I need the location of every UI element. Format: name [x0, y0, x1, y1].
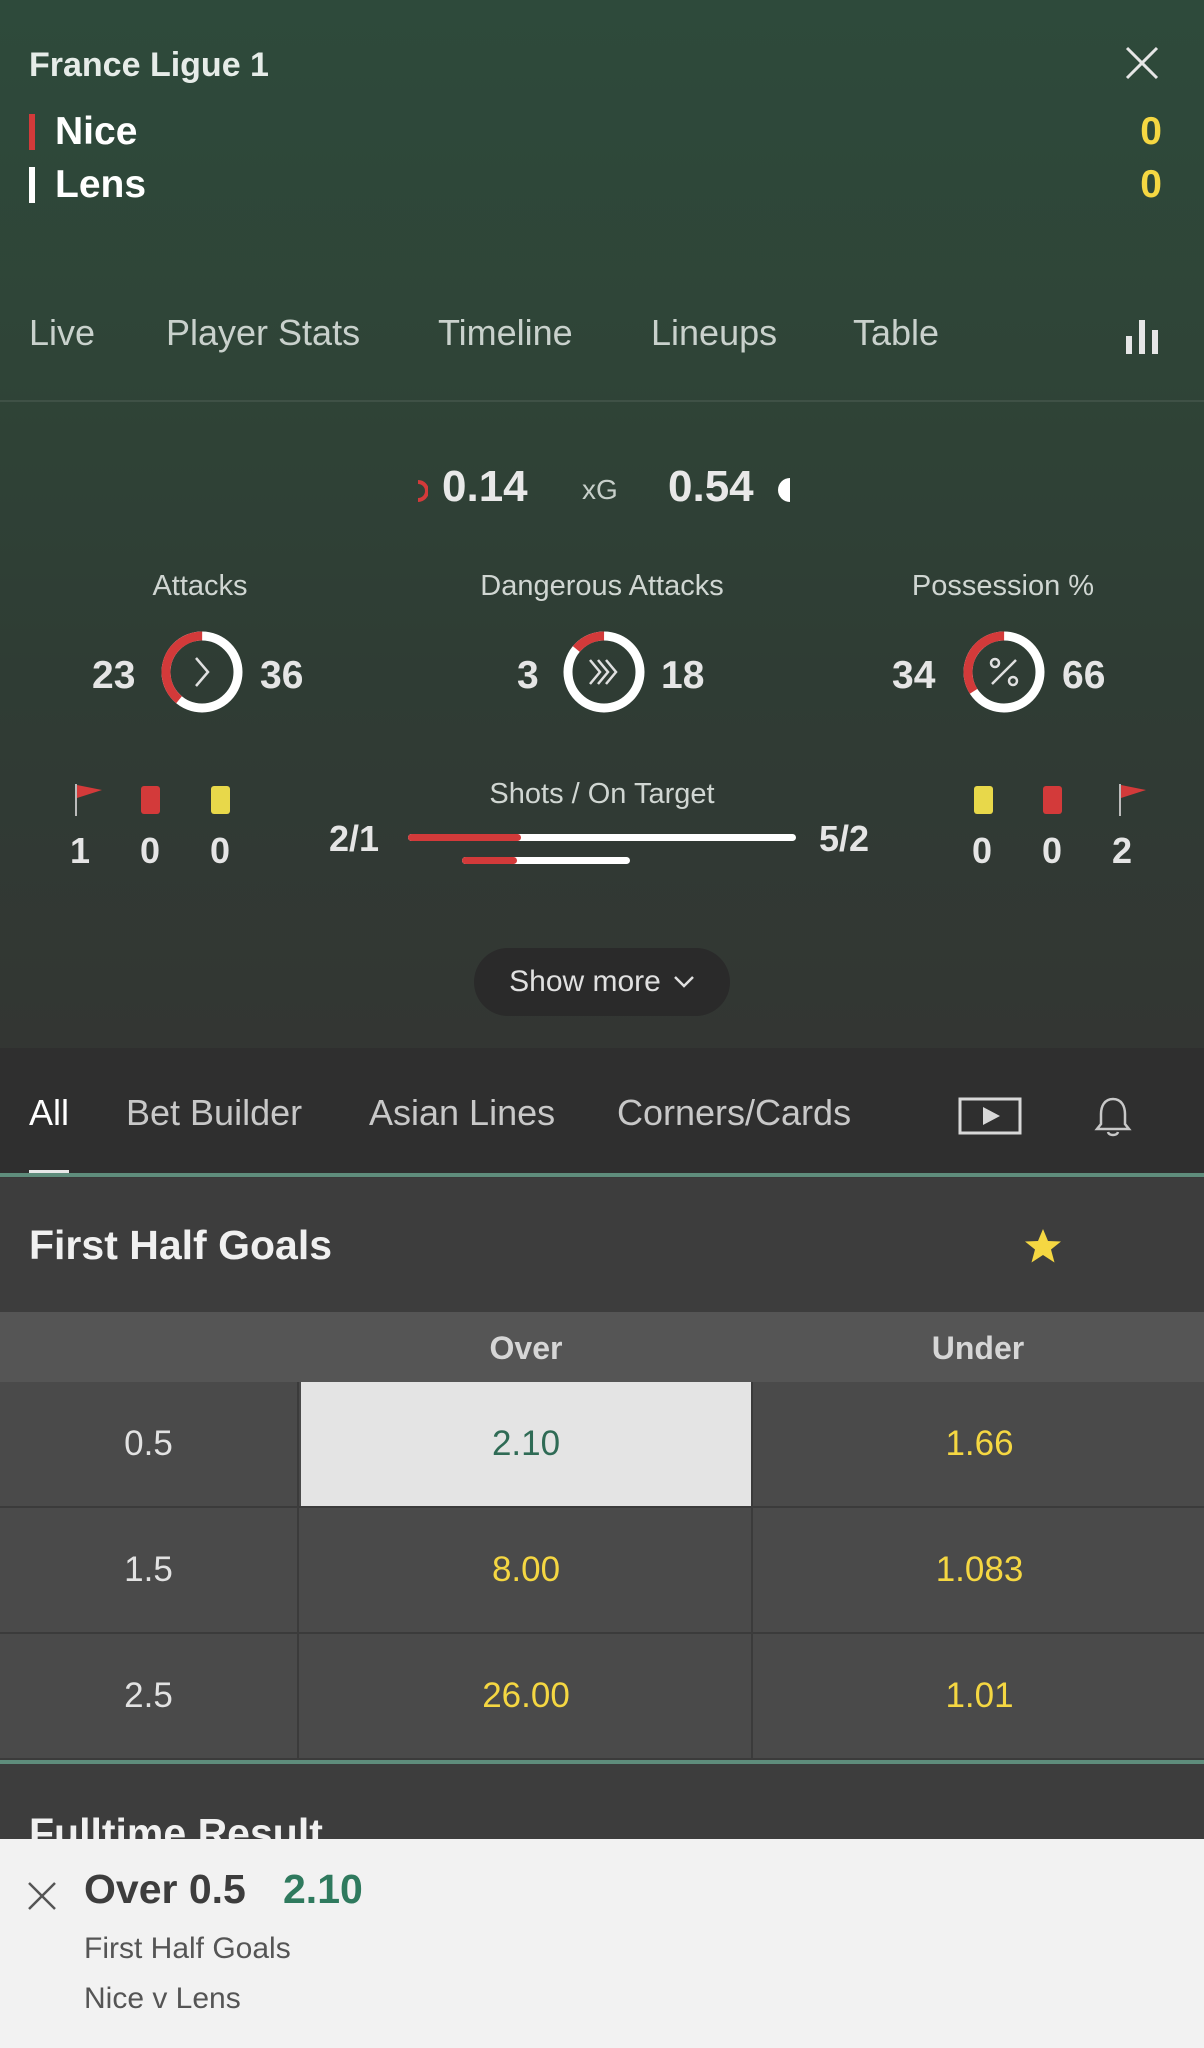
home-red-card-icon: [141, 786, 160, 814]
over-odds-button[interactable]: 26.00: [301, 1634, 753, 1758]
under-odds-button[interactable]: 1.66: [755, 1382, 1204, 1506]
over-column-label: Over: [489, 1330, 563, 1366]
possession-away: 66: [1062, 654, 1106, 697]
under-odds-button[interactable]: 1.01: [755, 1634, 1204, 1758]
chevron-right-icon: [195, 657, 210, 687]
attacks-title: Attacks: [152, 570, 248, 602]
close-icon[interactable]: [1123, 44, 1161, 82]
away-red-card-icon: [1043, 786, 1062, 814]
home-xg-value: 0.14: [442, 462, 528, 511]
donut-home-arc: [563, 631, 645, 713]
possession-title: Possession %: [911, 570, 1095, 602]
line-cell: 2.5: [0, 1634, 299, 1758]
tab-player-stats[interactable]: Player Stats: [166, 312, 360, 354]
under-odds-button[interactable]: 1.083: [755, 1508, 1204, 1632]
dangerous-attacks-donut: [563, 631, 645, 713]
away-xg-indicator-icon: [778, 478, 790, 502]
away-team: Lens: [29, 163, 146, 207]
tab-asian-lines[interactable]: Asian Lines: [369, 1092, 555, 1134]
table-row: 2.5 26.00 1.01: [0, 1634, 1204, 1760]
away-xg-value: 0.54: [668, 462, 754, 511]
live-stream-icon[interactable]: [958, 1096, 1022, 1136]
home-red-cards: 0: [139, 830, 161, 871]
dangerous-attacks-home: 3: [517, 654, 539, 697]
slip-odds: 2.10: [283, 1866, 363, 1912]
line-cell: 1.5: [0, 1508, 299, 1632]
tab-timeline[interactable]: Timeline: [438, 312, 573, 354]
tab-table[interactable]: Table: [853, 312, 939, 354]
stats-tab-bar: Live Player Stats Timeline Lineups Table: [0, 312, 1204, 402]
remove-selection-icon[interactable]: [26, 1880, 58, 1912]
chevron-down-icon: [673, 976, 694, 988]
table-row: 0.5 2.10 1.66: [0, 1382, 1204, 1508]
possession-donut: [963, 631, 1045, 713]
table-row: 1.5 8.00 1.083: [0, 1508, 1204, 1634]
divider: [0, 400, 1204, 402]
over-odds-button[interactable]: 2.10: [301, 1382, 753, 1506]
home-corner-flag-icon: [75, 784, 102, 816]
xg-row: 0.14 xG 0.54: [0, 462, 1204, 518]
home-shots: 2/1: [329, 818, 380, 859]
market-title: First Half Goals: [29, 1222, 333, 1268]
over-odds-button[interactable]: 8.00: [301, 1508, 753, 1632]
home-xg-indicator-icon: [417, 480, 428, 502]
xg-label: xG: [582, 474, 618, 505]
tab-corners-cards[interactable]: Corners/Cards: [617, 1092, 851, 1134]
away-red-cards: 0: [1041, 830, 1063, 871]
home-shots-bar: [408, 834, 521, 841]
match-header-panel: [0, 0, 1204, 1048]
tab-live[interactable]: Live: [29, 312, 95, 354]
tab-all[interactable]: All: [29, 1092, 69, 1134]
dangerous-attacks-away: 18: [661, 654, 705, 697]
home-corners: 1: [69, 830, 91, 871]
slip-market: First Half Goals: [84, 1932, 291, 1965]
favourite-star-icon[interactable]: [1023, 1226, 1063, 1266]
show-more-button[interactable]: Show more: [474, 948, 730, 1016]
home-team: Nice: [29, 110, 137, 154]
slip-selection: Over 0.5: [84, 1866, 246, 1912]
away-corners: 2: [1111, 830, 1133, 871]
dangerous-attacks-title: Dangerous Attacks: [480, 570, 724, 602]
attacks-donut: [161, 631, 243, 713]
tab-bet-builder[interactable]: Bet Builder: [126, 1092, 302, 1134]
attacks-away: 36: [260, 654, 304, 697]
away-corner-flag-icon: [1119, 784, 1146, 816]
possession-home: 34: [892, 654, 936, 697]
accent-line: [0, 1173, 1204, 1177]
shots-title: Shots / On Target: [489, 778, 715, 810]
home-on-target-bar: [462, 857, 518, 864]
show-more-label: Show more: [509, 965, 661, 998]
home-color-bar: [29, 114, 35, 150]
under-column-label: Under: [931, 1330, 1025, 1366]
line-cell: 0.5: [0, 1382, 299, 1506]
away-shots: 5/2: [819, 818, 870, 859]
away-team-name: Lens: [55, 163, 147, 206]
bell-icon[interactable]: [1094, 1094, 1132, 1138]
percent-icon: [989, 657, 1019, 687]
tab-lineups[interactable]: Lineups: [651, 312, 777, 354]
home-yellow-card-icon: [211, 786, 230, 814]
home-yellow-cards: 0: [209, 830, 231, 871]
home-team-name: Nice: [55, 110, 138, 153]
away-yellow-card-icon: [974, 786, 993, 814]
donut-home-arc: [161, 631, 243, 713]
triple-chevron-icon: [589, 659, 618, 685]
stats-bars-icon[interactable]: [1124, 318, 1160, 354]
slip-event: Nice v Lens: [84, 1982, 241, 2015]
away-score: 0: [1140, 163, 1162, 206]
attacks-home: 23: [92, 654, 136, 697]
market-tab-bar: All Bet Builder Asian Lines Corners/Card…: [0, 1048, 1204, 1174]
league-title: France Ligue 1: [29, 46, 269, 84]
away-yellow-cards: 0: [971, 830, 993, 871]
home-score: 0: [1140, 110, 1162, 153]
away-color-bar: [29, 167, 35, 203]
